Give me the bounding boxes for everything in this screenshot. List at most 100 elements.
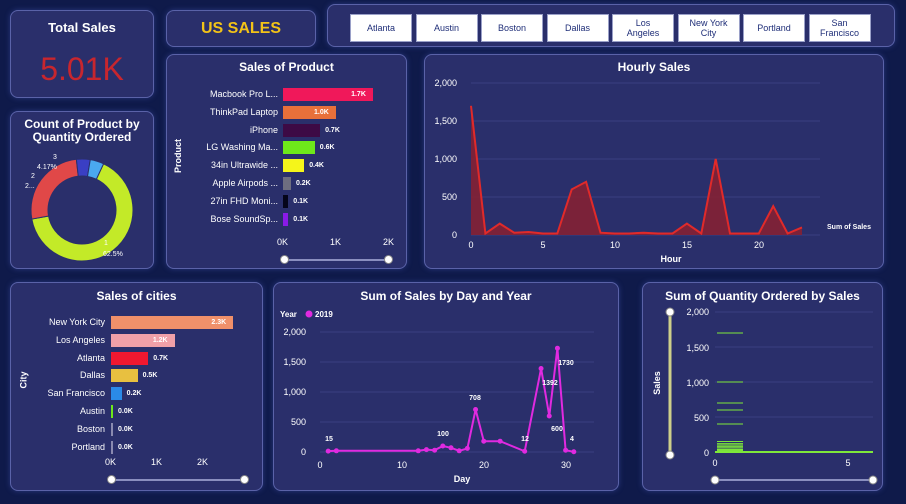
qty-vslider-handle-top[interactable] xyxy=(665,307,675,317)
daily-point[interactable] xyxy=(554,345,560,351)
city-tick-1: 1K xyxy=(151,457,163,467)
city-slicer-option[interactable]: San Francisco xyxy=(808,14,871,42)
hourly-xtick-1: 5 xyxy=(540,240,545,250)
city-tick-0: 0K xyxy=(105,457,117,467)
products-bar-label: iPhone xyxy=(249,124,278,135)
cities-bar-value: 0.2K xyxy=(126,390,142,398)
hourly-line xyxy=(470,105,803,236)
product-slider-handle-left[interactable] xyxy=(280,255,289,264)
daily-point[interactable] xyxy=(473,407,479,413)
city-slicer-option[interactable]: Austin xyxy=(415,14,478,42)
daily-point[interactable] xyxy=(571,449,577,455)
daily-point[interactable] xyxy=(325,448,331,454)
city-slicer-option[interactable]: Atlanta xyxy=(350,14,412,42)
qty-hslider-handle-left[interactable] xyxy=(710,475,720,485)
hourly-legend: Sum of Sales xyxy=(827,224,871,231)
city-range-slider[interactable] xyxy=(111,479,244,481)
cities-bar[interactable] xyxy=(111,405,113,418)
product-tick-0: 0K xyxy=(277,237,289,247)
products-bar-label: Macbook Pro L... xyxy=(209,89,278,99)
products-bar-label: 34in Ultrawide ... xyxy=(210,160,278,171)
city-slider-handle-left[interactable] xyxy=(107,475,116,484)
qty-hslider-handle-right[interactable] xyxy=(868,475,878,485)
kpi-title: Total Sales xyxy=(48,20,116,35)
products-bar-value: 0.4K xyxy=(309,162,324,170)
cities-bar-value: 0.0K xyxy=(118,408,133,415)
product-chart-title: Sales of Product xyxy=(239,60,334,74)
city-slicer-option[interactable]: New York City xyxy=(677,14,740,42)
daily-point[interactable] xyxy=(456,448,462,454)
daily-point[interactable] xyxy=(464,445,470,451)
hourly-sales-card: Hourly Sales 0 500 1,000 1,500 2,000 0 5… xyxy=(424,54,884,269)
daily-point[interactable] xyxy=(497,438,503,444)
city-slicer-option[interactable]: Boston xyxy=(481,14,543,42)
daily-ytick-4: 2,000 xyxy=(283,327,306,337)
daily-point[interactable] xyxy=(415,448,421,454)
city-slicer-option[interactable]: Portland xyxy=(743,14,805,42)
city-slider-handle-right[interactable] xyxy=(240,475,249,484)
daily-point[interactable] xyxy=(448,445,454,451)
product-tick-1: 1K xyxy=(330,237,342,247)
product-slider-handle-right[interactable] xyxy=(384,255,393,264)
products-bar-label: 27in FHD Moni... xyxy=(210,195,278,206)
donut-label-pct-1: 62.5% xyxy=(103,251,123,258)
hourly-area xyxy=(471,105,802,235)
cities-bar-value: 2.3K xyxy=(211,319,227,326)
quantity-sales-card: Sum of Quantity Ordered by Sales Sales 0… xyxy=(642,282,883,491)
daily-point[interactable] xyxy=(440,443,446,449)
daily-point[interactable] xyxy=(522,448,528,454)
donut-label-pct-2: 4.17% xyxy=(37,164,57,171)
daily-xtick-0: 0 xyxy=(317,460,322,470)
daily-line xyxy=(328,348,574,453)
cities-bar-value: 0.7K xyxy=(153,354,169,362)
qty-xtick-1: 5 xyxy=(845,458,850,468)
hourly-xtick-3: 15 xyxy=(682,240,692,250)
daily-point[interactable] xyxy=(423,447,429,453)
daily-ytick-2: 1,000 xyxy=(283,387,306,397)
daily-point[interactable] xyxy=(432,447,438,453)
products-bar-value: 0.7K xyxy=(325,126,340,134)
cities-bar[interactable] xyxy=(111,351,149,365)
daily-point[interactable] xyxy=(333,448,339,454)
city-slicer-option[interactable]: Los Angeles xyxy=(612,14,674,42)
products-bar[interactable] xyxy=(283,194,289,208)
qty-ytick-0: 0 xyxy=(704,448,709,458)
cities-bar[interactable] xyxy=(111,422,113,436)
daily-xtick-1: 10 xyxy=(397,460,407,470)
products-bar[interactable] xyxy=(283,177,291,190)
cities-bar[interactable] xyxy=(111,387,122,401)
donut-label-2: 2 xyxy=(31,173,35,180)
products-bar[interactable] xyxy=(283,159,305,173)
total-sales-card: Total Sales 5.01K xyxy=(10,10,154,98)
products-bar[interactable] xyxy=(283,141,315,155)
daily-label-4: 4 xyxy=(570,436,574,443)
page-title: US SALES xyxy=(200,19,281,37)
qty-vslider-handle-bottom[interactable] xyxy=(665,450,675,460)
daily-point[interactable] xyxy=(563,447,569,453)
qty-ytick-3: 1,500 xyxy=(686,343,709,353)
city-slicer-option[interactable]: Dallas xyxy=(546,14,609,42)
daily-label-15: 15 xyxy=(325,436,333,443)
products-bar-value: 0.2K xyxy=(295,180,311,187)
cities-bar-value: 0.0K xyxy=(118,443,133,451)
kpi-value: 5.01K xyxy=(40,51,124,87)
daily-point[interactable] xyxy=(546,413,552,419)
product-range-slider[interactable] xyxy=(285,259,389,261)
products-bar-value: 0.1K xyxy=(293,215,309,223)
city-sales-card: Sales of cities City New York City 2.3K Lo… xyxy=(10,282,263,491)
products-bar[interactable] xyxy=(283,212,289,226)
cities-bar[interactable] xyxy=(111,440,113,454)
cities-bar-value: 1.2K xyxy=(152,336,168,344)
city-chart-title: Sales of cities xyxy=(96,289,177,303)
daily-axis-label: Day xyxy=(454,474,471,484)
cities-bar-label: New York City xyxy=(48,317,105,327)
donut-label-2b: 2... xyxy=(25,183,35,190)
hourly-axis-label: Hour xyxy=(661,254,682,264)
daily-point[interactable] xyxy=(538,365,544,371)
products-bar[interactable] xyxy=(283,123,321,137)
hourly-ytick-0: 0 xyxy=(452,230,457,240)
cities-bar-label: Atlanta xyxy=(76,352,105,363)
daily-point[interactable] xyxy=(481,438,487,444)
cities-bar[interactable] xyxy=(111,369,138,383)
daily-label-12: 12 xyxy=(521,436,529,443)
